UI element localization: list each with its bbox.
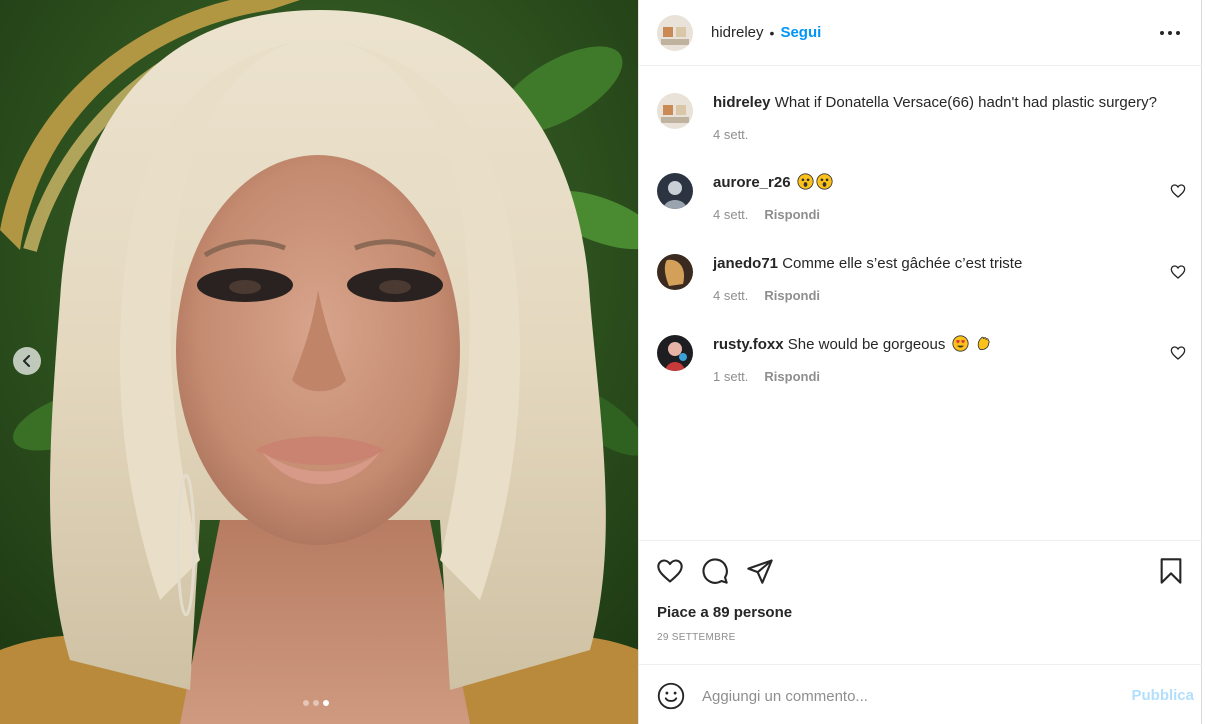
carousel-indicator	[303, 700, 329, 706]
comment-time[interactable]: 4 sett.	[713, 207, 748, 222]
post-header: hidreley • Segui	[639, 0, 1202, 66]
separator-dot: •	[769, 24, 775, 41]
comment-meta: 1 sett. Rispondi	[713, 369, 1163, 384]
likes-suffix: persone	[729, 604, 793, 621]
heart-eyes-emoji-icon	[951, 335, 969, 352]
caption-text: What if Donatella Versace(66) hadn't had…	[774, 94, 1157, 111]
bookmark-icon[interactable]	[1157, 557, 1185, 585]
comment-username[interactable]: aurore_r26	[713, 174, 791, 191]
author-avatar[interactable]	[657, 14, 693, 51]
post-actions: Piace a 89 persone 29 SETTEMBRE	[639, 540, 1202, 664]
caption-body: hidreley What if Donatella Versace(66) h…	[713, 93, 1193, 142]
publish-button[interactable]: Pubblica	[1131, 687, 1194, 704]
comment-avatar[interactable]	[657, 173, 693, 209]
author-username[interactable]: hidreley	[711, 24, 764, 41]
carousel-dot-active	[323, 700, 329, 706]
comment-body: rusty.foxx She would be gorgeous 1 sett.…	[713, 335, 1163, 384]
astonished-emoji-icon	[797, 173, 814, 190]
heart-icon[interactable]	[1170, 345, 1186, 361]
heart-icon[interactable]	[1170, 183, 1186, 199]
comment-username[interactable]: rusty.foxx	[713, 336, 784, 353]
comments-list[interactable]: hidreley What if Donatella Versace(66) h…	[639, 67, 1202, 540]
comment-bubble-icon[interactable]	[701, 557, 729, 585]
likes-prefix: Piace a	[657, 604, 713, 621]
caption-username[interactable]: hidreley	[713, 94, 771, 111]
comment-time[interactable]: 4 sett.	[713, 288, 748, 303]
caption-avatar[interactable]	[657, 93, 693, 129]
reply-button[interactable]: Rispondi	[764, 288, 820, 303]
caption-text-line: hidreley What if Donatella Versace(66) h…	[713, 93, 1193, 113]
add-comment-input[interactable]	[702, 683, 1102, 709]
carousel-prev-button[interactable]	[13, 347, 41, 375]
heart-icon[interactable]	[1170, 264, 1186, 280]
like-heart-icon[interactable]	[656, 557, 684, 585]
comment-text: She would be gorgeous	[787, 336, 946, 353]
reply-button[interactable]: Rispondi	[764, 369, 820, 384]
instagram-post-dialog: hidreley • Segui hidreley What if Donate…	[0, 0, 1206, 724]
comment-item: rusty.foxx She would be gorgeous 1 sett.…	[657, 335, 1202, 395]
chevron-left-icon	[23, 355, 30, 367]
comment-item: aurore_r26 4 sett. Rispondi	[657, 173, 1202, 233]
more-horizontal-icon	[1160, 31, 1164, 35]
follow-button[interactable]: Segui	[780, 24, 821, 41]
carousel-dot	[303, 700, 309, 706]
comment-body: aurore_r26 4 sett. Rispondi	[713, 173, 1163, 222]
comment-text-line: rusty.foxx She would be gorgeous	[713, 335, 1163, 355]
post-media[interactable]	[0, 0, 639, 724]
more-dot	[1176, 31, 1180, 35]
caption-meta: 4 sett.	[713, 127, 1193, 142]
share-paper-plane-icon[interactable]	[746, 557, 774, 585]
comment-item: janedo71 Comme elle s’est gâchée c’est t…	[657, 254, 1202, 314]
comment-text: Comme elle s’est gâchée c’est triste	[782, 255, 1023, 272]
more-dot	[1168, 31, 1172, 35]
clapping-hands-emoji-icon	[977, 336, 990, 351]
carousel-dot	[313, 700, 319, 706]
comment-body: janedo71 Comme elle s’est gâchée c’est t…	[713, 254, 1163, 303]
likes-number: 89	[712, 604, 730, 621]
comment-text-line: janedo71 Comme elle s’est gâchée c’est t…	[713, 254, 1163, 274]
comment-text-line: aurore_r26	[713, 173, 1163, 193]
post-photo	[0, 0, 638, 724]
comment-username[interactable]: janedo71	[713, 255, 778, 272]
comment-meta: 4 sett. Rispondi	[713, 288, 1163, 303]
reply-button[interactable]: Rispondi	[764, 207, 820, 222]
likes-count[interactable]: Piace a 89 persone	[657, 604, 792, 621]
comment-avatar[interactable]	[657, 254, 693, 290]
caption-item: hidreley What if Donatella Versace(66) h…	[657, 93, 1202, 149]
astonished-emoji-icon	[816, 173, 833, 190]
comment-meta: 4 sett. Rispondi	[713, 207, 1163, 222]
add-comment-bar: Pubblica	[639, 664, 1202, 724]
post-side-panel: hidreley • Segui hidreley What if Donate…	[639, 0, 1202, 724]
comment-time[interactable]: 1 sett.	[713, 369, 748, 384]
more-options-button[interactable]	[1160, 23, 1180, 43]
caption-time[interactable]: 4 sett.	[713, 127, 748, 142]
post-date[interactable]: 29 SETTEMBRE	[657, 632, 736, 643]
comment-avatar[interactable]	[657, 335, 693, 371]
emoji-smiley-icon[interactable]	[657, 682, 685, 710]
